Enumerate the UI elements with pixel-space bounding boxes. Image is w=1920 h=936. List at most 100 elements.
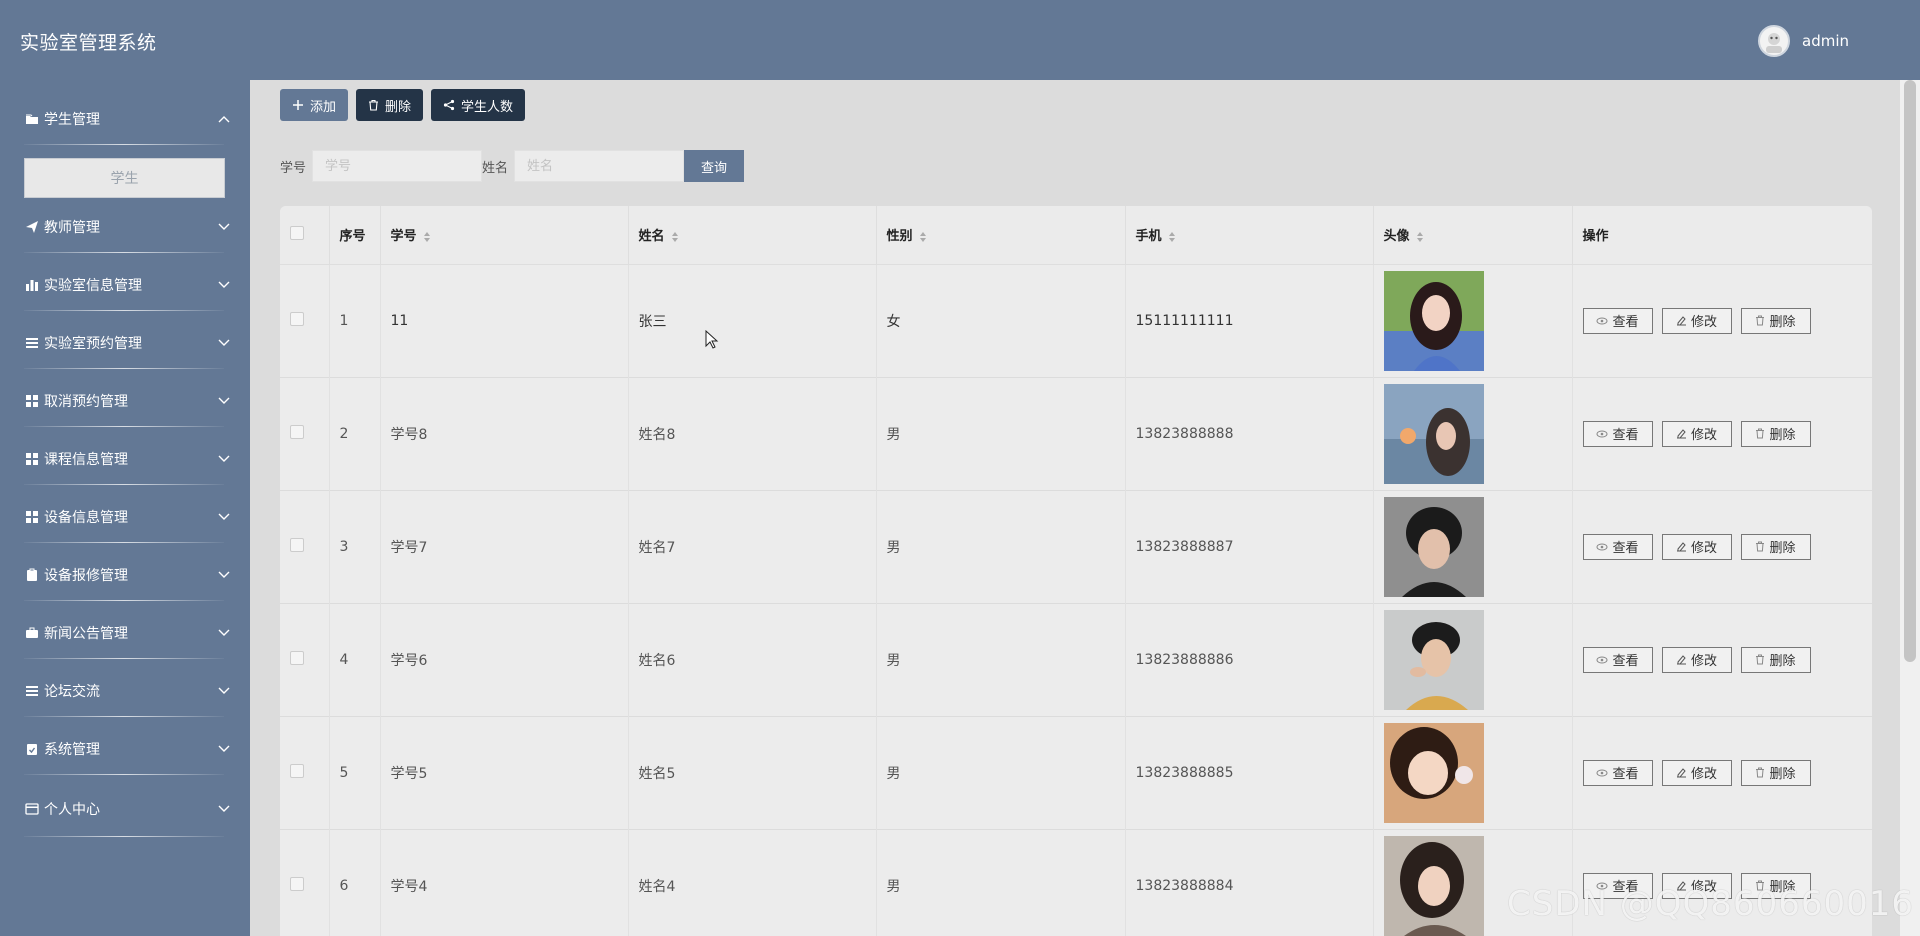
student-count-button-label: 学生人数 (461, 99, 514, 115)
column-header-student-id[interactable]: 学号 (380, 206, 629, 265)
chevron-down-icon (218, 569, 230, 581)
sidebar-item-course-info[interactable]: 课程信息管理 (0, 430, 250, 488)
row-select[interactable] (280, 715, 330, 829)
row-checkbox[interactable] (290, 876, 304, 891)
sidebar-row[interactable]: 个人中心 (24, 780, 230, 838)
student-photo[interactable] (1383, 609, 1484, 710)
edit-button[interactable]: 修改 (1661, 533, 1732, 560)
student-id-input[interactable] (312, 150, 483, 182)
sidebar-item-student[interactable]: 学生管理 (0, 90, 250, 148)
view-button[interactable]: 查看 (1582, 307, 1653, 334)
cell-student-id: 11 (380, 264, 629, 377)
row-select[interactable] (280, 602, 330, 716)
delete-row-button[interactable]: 删除 (1740, 646, 1811, 673)
row-checkbox[interactable] (290, 763, 304, 778)
column-header-avatar[interactable]: 头像 (1373, 206, 1573, 265)
student-count-button[interactable]: 学生人数 (431, 89, 526, 121)
sidebar-item-news[interactable]: 新闻公告管理 (0, 604, 250, 662)
sidebar-item-teacher[interactable]: 教师管理 (0, 198, 250, 256)
sidebar-row[interactable]: 实验室预约管理 (24, 314, 230, 372)
submenu-item-student[interactable]: 学生 (24, 158, 225, 198)
student-photo[interactable] (1383, 835, 1484, 936)
add-button[interactable]: 添加 (280, 89, 349, 121)
sidebar-item-equipment-repair[interactable]: 设备报修管理 (0, 546, 250, 604)
cell-student-id: 学号5 (380, 715, 629, 829)
edit-button[interactable]: 修改 (1661, 307, 1732, 334)
row-select[interactable] (280, 489, 330, 603)
search-bar: 学号 姓名 查询 (280, 150, 745, 182)
sidebar-item-profile[interactable]: 个人中心 (0, 780, 250, 838)
sidebar-row[interactable]: 设备信息管理 (24, 488, 230, 546)
column-header-phone[interactable]: 手机 (1125, 206, 1374, 265)
sidebar-item-cancel-booking[interactable]: 取消预约管理 (0, 372, 250, 430)
delete-row-button[interactable]: 删除 (1740, 420, 1811, 447)
header-select-all[interactable] (280, 206, 330, 265)
table-row: 3 学号7 姓名7 男 13823888887 查看 修改 删除 (280, 489, 1872, 603)
row-select[interactable] (280, 376, 330, 490)
student-photo[interactable] (1383, 722, 1484, 823)
chevron-down-icon (218, 803, 230, 815)
main-content: 添加 删除 学生人数 学号 姓名 查询 (250, 80, 1900, 936)
page-scrollbar[interactable] (1900, 80, 1920, 936)
sidebar-item-label: 个人中心 (44, 802, 100, 818)
cell-phone: 13823888886 (1125, 602, 1374, 716)
delete-row-button[interactable]: 删除 (1740, 533, 1811, 560)
toolbar: 添加 删除 学生人数 (280, 89, 526, 121)
edit-button[interactable]: 修改 (1661, 759, 1732, 786)
select-all-checkbox[interactable] (290, 225, 304, 240)
user-avatar[interactable] (1758, 25, 1790, 57)
sidebar-row[interactable]: 教师管理 (24, 198, 230, 256)
row-checkbox[interactable] (290, 424, 304, 439)
sidebar-row[interactable]: 论坛交流 (24, 662, 230, 720)
column-header-gender[interactable]: 性别 (876, 206, 1126, 265)
student-photo[interactable] (1383, 496, 1484, 597)
delete-button[interactable]: 删除 (356, 89, 424, 121)
view-button[interactable]: 查看 (1582, 759, 1653, 786)
chevron-down-icon (218, 627, 230, 639)
name-input[interactable] (514, 150, 685, 182)
cell-student-id: 学号8 (380, 376, 629, 490)
sidebar-row[interactable]: 设备报修管理 (24, 546, 230, 604)
column-header-name[interactable]: 姓名 (628, 206, 877, 265)
sidebar-row[interactable]: 系统管理 (24, 720, 230, 778)
trash-icon (1756, 654, 1765, 665)
sidebar-row[interactable]: 取消预约管理 (24, 372, 230, 430)
sidebar-item-label: 设备信息管理 (44, 510, 128, 526)
eye-icon (1596, 430, 1608, 437)
sidebar-row[interactable]: 实验室信息管理 (24, 256, 230, 314)
sidebar-row[interactable]: 新闻公告管理 (24, 604, 230, 662)
sidebar-item-forum[interactable]: 论坛交流 (0, 662, 250, 720)
delete-row-button[interactable]: 删除 (1740, 307, 1811, 334)
data-table: 序号 学号 姓名 性别 手机 头像 操作 1 11 张三 女 151111111… (280, 206, 1872, 936)
scrollbar-thumb[interactable] (1904, 80, 1916, 662)
sidebar-row[interactable]: 学生管理 (24, 90, 230, 148)
cell-index: 6 (329, 828, 381, 936)
cell-name: 姓名4 (628, 828, 877, 936)
view-button[interactable]: 查看 (1582, 533, 1653, 560)
student-photo[interactable] (1383, 270, 1484, 371)
view-button[interactable]: 查看 (1582, 420, 1653, 447)
row-checkbox[interactable] (290, 537, 304, 552)
cell-gender: 男 (876, 602, 1126, 716)
view-button[interactable]: 查看 (1582, 646, 1653, 673)
mouse-cursor-icon (705, 330, 719, 349)
sidebar-item-lab-info[interactable]: 实验室信息管理 (0, 256, 250, 314)
query-button[interactable]: 查询 (684, 150, 745, 182)
edit-button[interactable]: 修改 (1661, 420, 1732, 447)
row-checkbox[interactable] (290, 650, 304, 665)
edit-button[interactable]: 修改 (1661, 646, 1732, 673)
sidebar-item-system[interactable]: 系统管理 (0, 720, 250, 778)
row-select[interactable] (280, 264, 330, 377)
delete-row-button[interactable]: 删除 (1740, 759, 1811, 786)
sidebar-item-lab-booking[interactable]: 实验室预约管理 (0, 314, 250, 372)
cell-index: 4 (329, 602, 381, 716)
sidebar-item-equipment-info[interactable]: 设备信息管理 (0, 488, 250, 546)
cell-actions: 查看 修改 删除 (1572, 489, 1872, 603)
sidebar-item-label: 学生管理 (44, 112, 100, 128)
sidebar-row[interactable]: 课程信息管理 (24, 430, 230, 488)
user-menu[interactable]: admin (1758, 25, 1849, 57)
student-photo[interactable] (1383, 383, 1484, 484)
row-checkbox[interactable] (290, 311, 304, 326)
username[interactable]: admin (1802, 32, 1849, 50)
row-select[interactable] (280, 828, 330, 936)
